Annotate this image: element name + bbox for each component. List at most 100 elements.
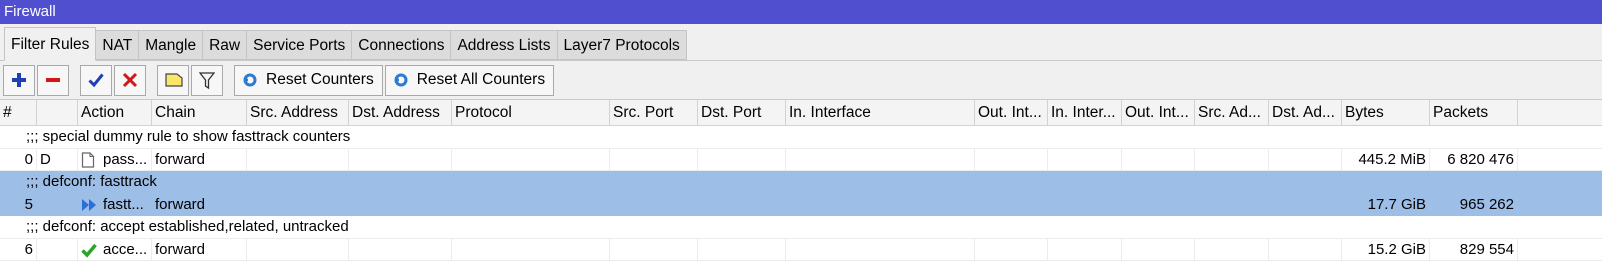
column-header-out-interface-list[interactable]: Out. Int... [1122, 100, 1195, 126]
cell-src-address [247, 193, 349, 216]
disable-button[interactable] [114, 64, 146, 96]
column-header-src-port[interactable]: Src. Port [610, 100, 698, 126]
cell-dst-address [349, 193, 452, 216]
column-header-packets[interactable]: Packets [1430, 100, 1518, 126]
cell-src-address [247, 238, 349, 261]
cell-in-interface [786, 238, 975, 261]
rule-chain: forward [152, 193, 247, 216]
cell-src-address-list [1195, 148, 1269, 171]
table-row[interactable]: 6 acce... forward 15.2 GiB 829 554 [0, 238, 1602, 261]
tab-address-lists[interactable]: Address Lists [451, 30, 558, 60]
rule-action-label: fastt... [103, 195, 144, 213]
column-header-chain[interactable]: Chain [152, 100, 247, 126]
reset-counters-label: Reset Counters [266, 71, 374, 88]
funnel-icon [199, 72, 215, 90]
rule-comment: ;;; defconf: accept established,related,… [26, 218, 349, 235]
column-header-dst-port[interactable]: Dst. Port [698, 100, 786, 126]
cell-src-port [610, 148, 698, 171]
cell-dst-port [698, 238, 786, 261]
reset-all-counters-label: Reset All Counters [416, 71, 546, 88]
cell-protocol [452, 193, 610, 216]
tab-connections[interactable]: Connections [352, 30, 452, 60]
cell-out-interface-list [1122, 238, 1195, 261]
cell-src-address-list [1195, 193, 1269, 216]
rule-bytes: 15.2 GiB [1342, 238, 1430, 261]
column-header-dst-address-list[interactable]: Dst. Ad... [1269, 100, 1342, 126]
rule-bytes: 17.7 GiB [1342, 193, 1430, 216]
rule-flag [37, 193, 78, 216]
reset-all-counters-icon [393, 72, 409, 88]
cell-dst-address [349, 238, 452, 261]
cell-out-interface-list [1122, 193, 1195, 216]
rule-packets: 829 554 [1430, 238, 1518, 261]
cell-src-address-list [1195, 238, 1269, 261]
rule-packets: 6 820 476 [1430, 148, 1518, 171]
rule-comment: ;;; special dummy rule to show fasttrack… [26, 128, 351, 145]
cell-src-address [247, 148, 349, 171]
rule-number: 5 [0, 193, 37, 216]
minus-icon [45, 72, 61, 88]
note-icon [165, 72, 183, 88]
rule-comment-row[interactable]: ;;; defconf: accept established,related,… [0, 216, 1602, 239]
add-button[interactable] [3, 64, 35, 96]
rule-comment: ;;; defconf: fasttrack [26, 173, 157, 190]
rule-comment-row[interactable]: ;;; defconf: fasttrack [0, 171, 1602, 194]
column-header-protocol[interactable]: Protocol [452, 100, 610, 126]
rule-action-label: pass... [103, 150, 148, 168]
filter-rules-table: # Action Chain Src. Address Dst. Address… [0, 99, 1602, 271]
comment-button[interactable] [157, 64, 189, 96]
rule-flag [37, 238, 78, 261]
cell-in-interface-list [1048, 238, 1122, 261]
column-header-number[interactable]: # [0, 100, 37, 126]
cell-out-interface [975, 238, 1048, 261]
x-icon [122, 72, 138, 88]
tab-raw[interactable]: Raw [203, 30, 248, 60]
check-icon [88, 72, 104, 88]
cell-dst-address-list [1269, 193, 1342, 216]
table-row[interactable]: 5 fastt... forward 17.7 GiB 965 262 [0, 193, 1602, 216]
cell-dst-port [698, 193, 786, 216]
reset-counters-icon [242, 72, 258, 88]
column-header-in-interface-list[interactable]: In. Inter... [1048, 100, 1122, 126]
remove-button[interactable] [37, 64, 69, 96]
column-header-src-address[interactable]: Src. Address [247, 100, 349, 126]
column-header-bytes[interactable]: Bytes [1342, 100, 1430, 126]
cell-src-port [610, 193, 698, 216]
cell-protocol [452, 238, 610, 261]
tab-bar: Filter Rules NAT Mangle Raw Service Port… [0, 27, 1602, 61]
column-header-out-interface[interactable]: Out. Int... [975, 100, 1048, 126]
tab-filter-rules[interactable]: Filter Rules [4, 27, 97, 61]
tab-nat[interactable]: NAT [96, 30, 140, 60]
rule-action: acce... [78, 238, 152, 261]
column-header-src-address-list[interactable]: Src. Ad... [1195, 100, 1269, 126]
column-header-dst-address[interactable]: Dst. Address [349, 100, 452, 126]
table-row[interactable]: 0 D pass... forward 445.2 MiB 6 820 476 [0, 148, 1602, 171]
cell-in-interface [786, 148, 975, 171]
cell-out-interface-list [1122, 148, 1195, 171]
tab-layer7-protocols[interactable]: Layer7 Protocols [557, 30, 687, 60]
reset-counters-button[interactable]: Reset Counters [234, 64, 383, 96]
column-header-in-interface[interactable]: In. Interface [786, 100, 975, 126]
cell-in-interface-list [1048, 193, 1122, 216]
column-header-action[interactable]: Action [78, 100, 152, 126]
rule-packets: 965 262 [1430, 193, 1518, 216]
plus-icon [11, 72, 27, 88]
column-header-flags[interactable] [37, 100, 78, 126]
cell-in-interface-list [1048, 148, 1122, 171]
rule-comment-row[interactable]: ;;; special dummy rule to show fasttrack… [0, 126, 1602, 149]
fast-forward-icon [81, 197, 97, 213]
enable-button[interactable] [80, 64, 112, 96]
cell-dst-address [349, 148, 452, 171]
cell-in-interface [786, 193, 975, 216]
cell-out-interface [975, 193, 1048, 216]
filter-button[interactable] [191, 64, 223, 96]
green-check-icon [81, 242, 97, 258]
tab-mangle[interactable]: Mangle [139, 30, 204, 60]
rule-flag: D [37, 148, 78, 171]
rule-action-label: acce... [103, 240, 148, 258]
cell-dst-address-list [1269, 238, 1342, 261]
tab-service-ports[interactable]: Service Ports [247, 30, 353, 60]
rule-number: 6 [0, 238, 37, 261]
reset-all-counters-button[interactable]: Reset All Counters [384, 64, 555, 96]
rule-chain: forward [152, 148, 247, 171]
